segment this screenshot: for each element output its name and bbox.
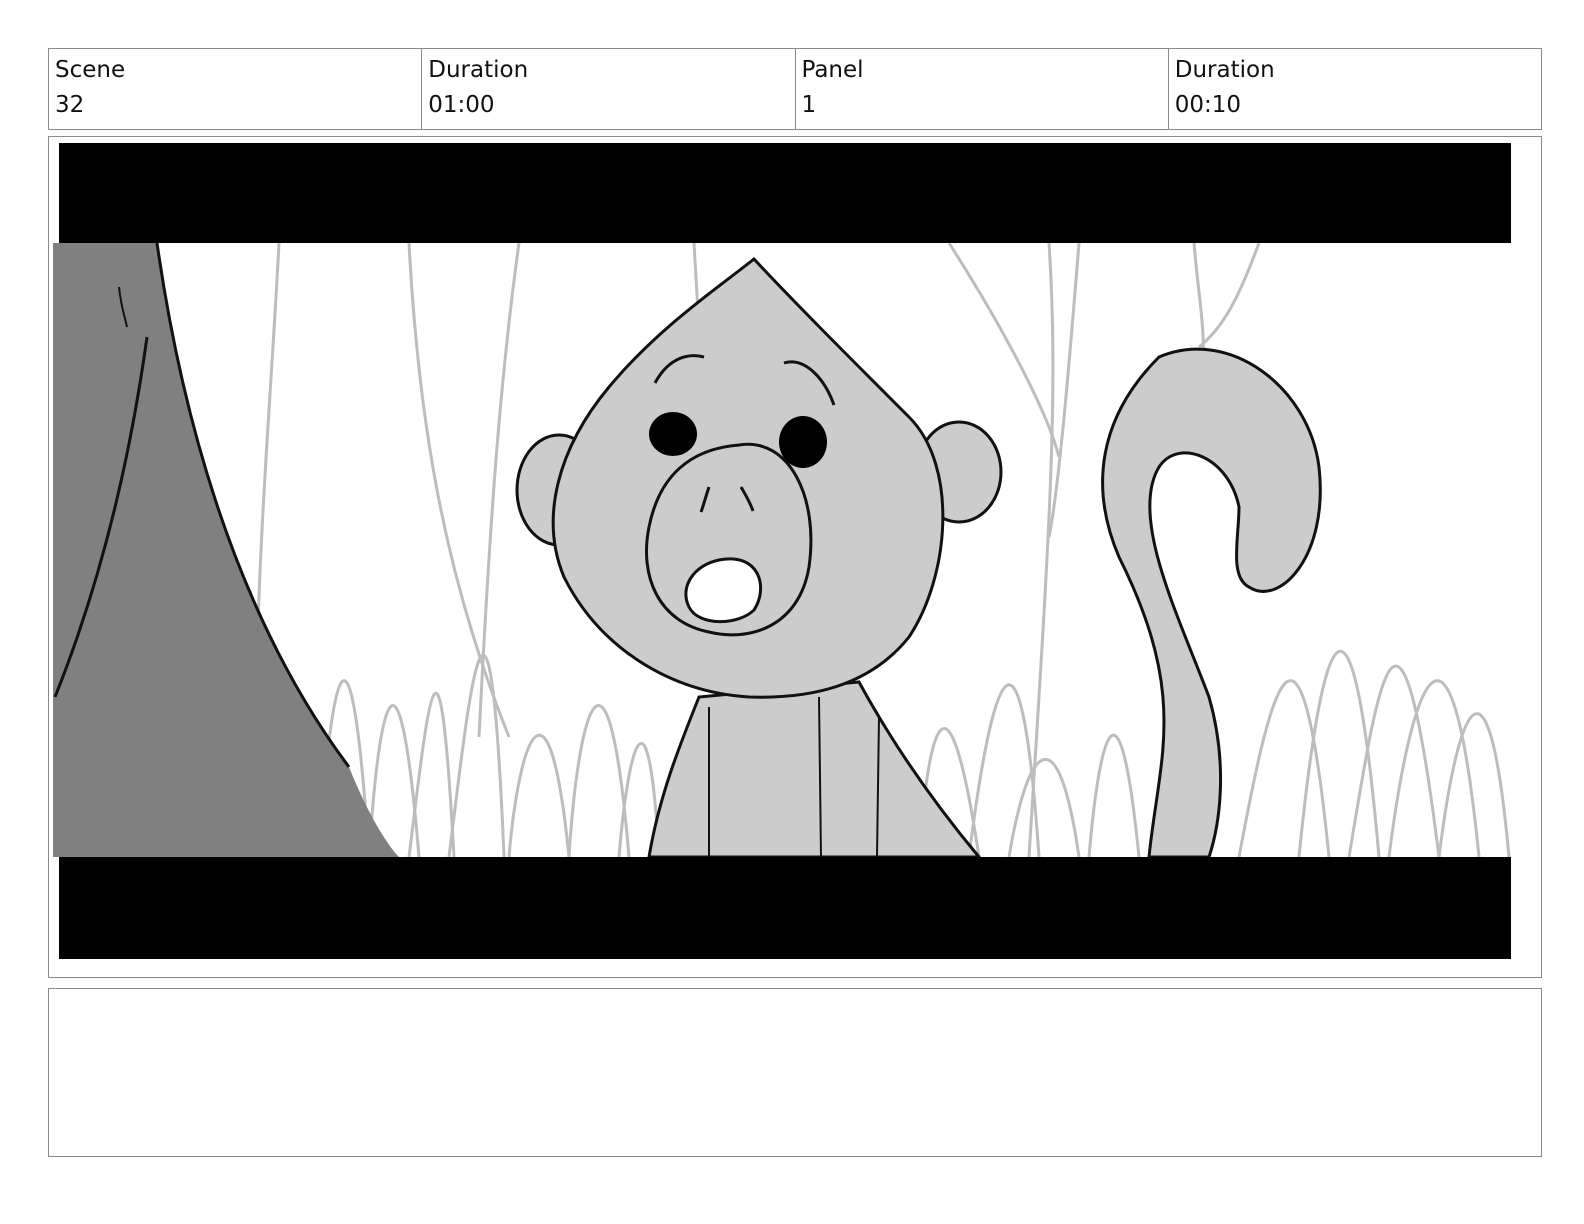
panel-duration-value: 00:10 — [1174, 92, 1242, 118]
scene-duration-cell: Duration 01:00 — [422, 49, 796, 129]
panel-notes — [48, 988, 1542, 1157]
storyboard-sketch — [53, 143, 1511, 959]
letterbox-top — [59, 143, 1511, 243]
scene-value: 32 — [55, 92, 85, 118]
panel-label: Panel — [801, 57, 864, 83]
scene-cell: Scene 32 — [49, 49, 423, 129]
scene-label: Scene — [55, 57, 126, 83]
letterbox-bottom — [59, 857, 1511, 959]
panel-cell: Panel 1 — [796, 49, 1169, 129]
panel-info-header: Scene 32 Duration 01:00 Panel 1 Duration… — [48, 48, 1542, 130]
panel-duration-cell: Duration 00:10 — [1169, 49, 1541, 129]
panel-duration-label: Duration — [1174, 57, 1275, 83]
panel-value: 1 — [801, 92, 817, 118]
monkey-left-eye — [649, 412, 697, 456]
storyboard-frame — [48, 136, 1542, 978]
scene-duration-label: Duration — [428, 57, 529, 83]
scene-duration-value: 01:00 — [428, 92, 495, 118]
